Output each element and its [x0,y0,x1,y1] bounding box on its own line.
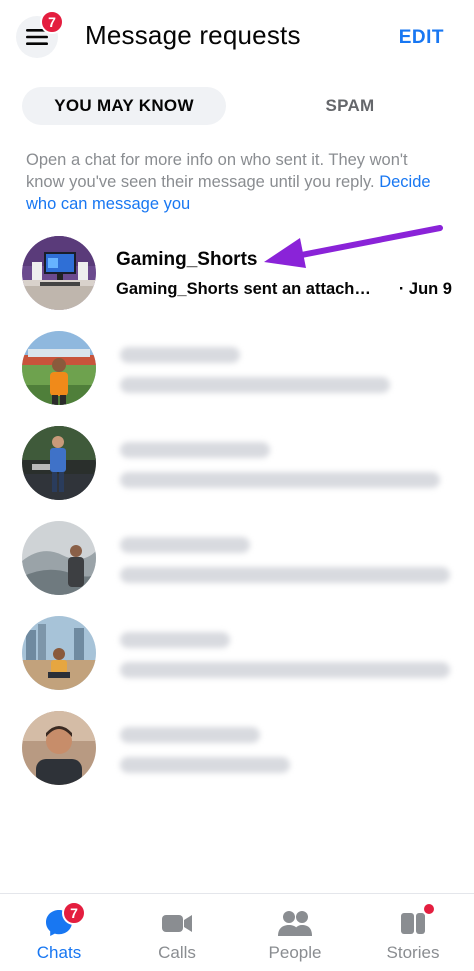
info-description: Open a chat for more info on who sent it… [26,151,408,191]
page-title: Message requests [85,20,301,50]
edit-button[interactable]: EDIT [399,27,444,49]
blurred-preview [120,567,450,583]
tab-you-may-know[interactable]: YOU MAY KNOW [22,87,226,125]
nav-calls[interactable]: Calls [118,894,236,971]
chats-badge: 7 [62,901,86,925]
annotation-arrow-icon [264,225,443,268]
stories-notification-dot [422,902,436,916]
nav-chats-label: Chats [36,943,82,962]
request-row[interactable] [22,331,462,407]
nav-people-label: People [268,943,322,962]
nav-people[interactable]: People [236,894,354,971]
request-row[interactable] [22,521,462,597]
person-sitting-city-photo [22,616,96,690]
request-preview: Gaming_Shorts sent an attach… [116,280,371,298]
people-icon [278,911,312,936]
nav-stories-label: Stories [386,943,440,962]
request-name: Gaming_Shorts [116,249,258,270]
request-row[interactable] [22,616,462,692]
blurred-preview [120,472,440,488]
bottom-navigation: 7 Chats Calls People Stories [0,893,474,971]
nav-stories[interactable]: Stories [354,894,472,971]
nav-calls-label: Calls [158,943,196,962]
person-portrait-photo [22,711,96,785]
person-standing-photo [22,426,96,500]
request-row[interactable] [22,426,462,502]
video-camera-icon [162,915,192,932]
blurred-name [120,537,250,553]
info-text: Open a chat for more info on who sent it… [26,149,446,215]
tab-spam[interactable]: SPAM [248,87,452,125]
request-date: · Jun 9 [398,280,452,298]
blurred-preview [120,662,450,678]
blurred-preview [120,757,290,773]
blurred-name [120,632,230,648]
request-tabs: YOU MAY KNOW SPAM [22,87,452,125]
blurred-name [120,442,270,458]
gaming-setup-photo [22,236,96,310]
blurred-name [120,727,260,743]
person-outdoor-photo [22,331,96,405]
request-row[interactable] [22,711,462,787]
menu-notification-badge: 7 [40,10,64,34]
header: 7 Message requests EDIT [0,0,474,76]
nav-chats[interactable]: 7 Chats [0,894,118,971]
blurred-preview [120,377,390,393]
person-misty-hills-photo [22,521,96,595]
blurred-name [120,347,240,363]
